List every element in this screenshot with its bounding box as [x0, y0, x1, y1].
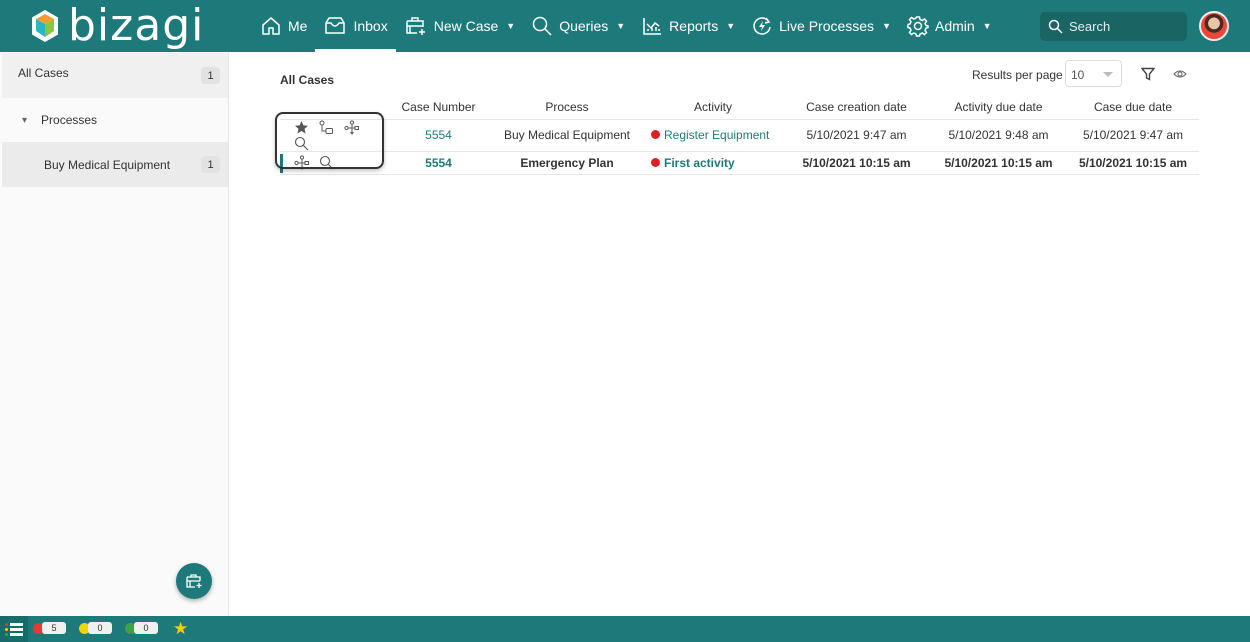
new-case-icon [405, 17, 425, 35]
main-nav: Me Inbox New Case ▼ Queries ▼ Reports ▼ … [252, 0, 1000, 52]
column-header-process[interactable]: Process [491, 96, 643, 120]
status-dot-icon [651, 130, 660, 140]
results-per-page-value: 10 [1071, 68, 1085, 82]
chevron-down-icon: ▼ [982, 21, 992, 31]
search-icon[interactable] [319, 155, 334, 170]
column-header-case-creation-date[interactable]: Case creation date [783, 96, 930, 120]
nav-me-label: Me [288, 18, 308, 34]
results-per-page-select[interactable]: 10 [1065, 60, 1122, 87]
search-icon [1048, 19, 1063, 34]
column-header-actions [280, 96, 386, 120]
top-navigation-bar: bizagi Me Inbox New Case ▼ Queries ▼ Rep… [0, 0, 1250, 52]
nav-admin-label: Admin [934, 18, 975, 34]
process-cell: Buy Medical Equipment [491, 119, 643, 152]
column-header-case-due-date[interactable]: Case due date [1067, 96, 1199, 120]
new-case-button[interactable] [176, 563, 212, 599]
due-today-counter[interactable]: 0 [79, 622, 112, 634]
column-header-case-number[interactable]: Case Number [386, 96, 491, 120]
expand-caret-icon[interactable]: ▾ [22, 115, 27, 126]
nav-queries[interactable]: Queries ▼ [523, 0, 633, 52]
page-title: All Cases [280, 73, 335, 87]
on-time-counter[interactable]: 0 [125, 622, 158, 634]
home-icon [262, 17, 280, 35]
search-input[interactable]: Search [1040, 12, 1187, 41]
sidebar-item-buy-medical-equipment[interactable]: Buy Medical Equipment 1 [2, 142, 228, 187]
activity-due-date-cell: 5/10/2021 10:15 am [930, 151, 1067, 175]
user-avatar[interactable] [1199, 11, 1229, 41]
status-dot-icon [651, 157, 660, 167]
chevron-down-icon: ▼ [882, 21, 891, 31]
filter-icon[interactable] [1141, 67, 1155, 81]
case-number-link[interactable]: 5554 [386, 119, 491, 152]
nav-inbox[interactable]: Inbox [315, 0, 396, 52]
overdue-count: 5 [42, 622, 66, 634]
due-today-count: 0 [88, 622, 112, 634]
gear-icon [907, 16, 929, 37]
sidebar-item-label: Buy Medical Equipment [44, 157, 171, 172]
nav-queries-label: Queries [559, 18, 609, 34]
favorite-star-icon[interactable] [294, 120, 309, 135]
case-due-date-cell: 5/10/2021 10:15 am [1067, 151, 1199, 175]
nav-new-case[interactable]: New Case ▼ [396, 0, 524, 52]
search-icon [532, 16, 552, 36]
row-actions [280, 119, 386, 152]
list-menu-icon[interactable] [0, 616, 28, 642]
activity-cell: Register Equipment [643, 119, 783, 152]
nav-admin[interactable]: Admin ▼ [899, 0, 1000, 52]
activity-cell: First activity [643, 151, 783, 175]
subprocess-icon[interactable] [318, 120, 334, 136]
nav-inbox-label: Inbox [353, 18, 388, 34]
chart-icon [643, 18, 662, 35]
workflow-icon[interactable] [294, 155, 310, 171]
case-creation-date-cell: 5/10/2021 10:15 am [783, 151, 930, 175]
inbox-icon [325, 17, 346, 34]
chevron-down-icon: ▼ [506, 21, 516, 31]
on-time-count: 0 [134, 622, 158, 634]
sidebar-item-label: Processes [41, 113, 98, 127]
cases-table: Case Number Process Activity Case creati… [280, 96, 1199, 175]
favorites-star-icon[interactable]: ★ [173, 620, 188, 637]
search-placeholder: Search [1069, 19, 1111, 34]
bottom-status-bar: 5 0 0 ★ [0, 616, 1250, 642]
case-due-date-cell: 5/10/2021 9:47 am [1067, 119, 1199, 152]
bizagi-logo-icon [32, 10, 58, 42]
nav-new-case-label: New Case [433, 18, 499, 34]
column-header-activity-due-date[interactable]: Activity due date [930, 96, 1067, 120]
overdue-counter[interactable]: 5 [33, 622, 66, 634]
activity-link[interactable]: Register Equipment [664, 128, 769, 142]
bizagi-logo[interactable]: bizagi [30, 4, 204, 48]
new-case-icon [186, 574, 202, 588]
nav-live-processes-label: Live Processes [779, 18, 875, 34]
case-creation-date-cell: 5/10/2021 9:47 am [783, 119, 930, 152]
chevron-down-icon: ▼ [726, 21, 736, 31]
case-number-link[interactable]: 5554 [386, 151, 491, 175]
nav-reports-label: Reports [669, 18, 719, 34]
eye-icon[interactable] [1173, 67, 1187, 81]
chevron-down-icon: ▼ [616, 21, 626, 31]
sidebar-item-label: All Cases [18, 66, 69, 80]
sidebar: All Cases 1 ▾ Processes Buy Medical Equi… [0, 52, 229, 616]
count-badge: 1 [201, 67, 220, 84]
chevron-down-icon [1103, 72, 1113, 77]
results-per-page-label: Results per page [972, 68, 1063, 82]
logo-text: bizagi [68, 0, 205, 51]
table-row[interactable]: 5554 Emergency Plan First activity 5/10/… [280, 151, 1199, 175]
column-header-activity[interactable]: Activity [643, 96, 783, 120]
activity-due-date-cell: 5/10/2021 9:48 am [930, 119, 1067, 152]
process-cell: Emergency Plan [491, 151, 643, 175]
table-row[interactable]: 5554 Buy Medical Equipment Register Equi… [280, 119, 1199, 152]
unread-marker [280, 153, 283, 173]
sidebar-item-processes[interactable]: ▾ Processes [2, 98, 228, 142]
nav-me[interactable]: Me [252, 0, 315, 52]
workflow-icon[interactable] [344, 119, 360, 136]
count-badge: 1 [201, 156, 220, 173]
sidebar-item-all-cases[interactable]: All Cases 1 [2, 53, 228, 98]
table-header-row: Case Number Process Activity Case creati… [280, 96, 1199, 120]
live-processes-icon [753, 17, 771, 35]
search-icon[interactable] [294, 136, 309, 151]
nav-reports[interactable]: Reports ▼ [633, 0, 743, 52]
activity-link[interactable]: First activity [664, 156, 735, 170]
nav-live-processes[interactable]: Live Processes ▼ [743, 0, 899, 52]
row-actions [280, 151, 386, 175]
